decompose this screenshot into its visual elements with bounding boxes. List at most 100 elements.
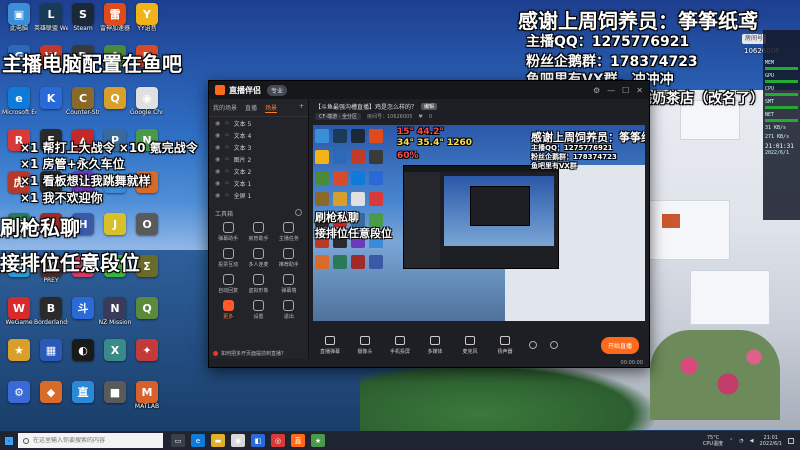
- source-item[interactable]: ◉ ▫ 文本 3: [209, 141, 308, 153]
- lock-icon[interactable]: ▫: [225, 180, 228, 186]
- desktop-icon[interactable]: W WeGame: [2, 297, 36, 326]
- desktop-icon[interactable]: J: [98, 213, 132, 235]
- close-icon[interactable]: ✕: [636, 86, 643, 95]
- toolbox-item[interactable]: 弹幕助手: [213, 222, 243, 242]
- desktop-icon[interactable]: X: [98, 339, 132, 361]
- eye-icon[interactable]: ◉: [215, 168, 220, 175]
- toolbox-item[interactable]: 房管助手: [243, 222, 273, 242]
- app-icon[interactable]: 直: [291, 434, 305, 447]
- lock-icon[interactable]: ▫: [225, 120, 228, 126]
- bottom-tool[interactable]: 直播弹幕: [319, 335, 341, 355]
- bottom-tool[interactable]: 麦克风: [459, 335, 481, 355]
- eye-icon[interactable]: ◉: [215, 144, 220, 151]
- toolbox-item[interactable]: 退出: [274, 300, 304, 320]
- scene-tab[interactable]: 我的场景: [213, 103, 237, 113]
- task-view-icon[interactable]: ▭: [171, 434, 185, 447]
- eye-icon[interactable]: ◉: [215, 120, 220, 127]
- streaming-app-window[interactable]: 直播伴侣 专业 ⚙ — ☐ ✕ 我的场景 直播 场景 + ◉ ▫ 文本 5 ◉ ▫ 文本 4 ◉ ▫…: [208, 80, 650, 368]
- toolbox-item[interactable]: 虚拟形象: [243, 274, 273, 294]
- add-scene-icon[interactable]: +: [299, 103, 304, 113]
- app-titlebar[interactable]: 直播伴侣 专业 ⚙ — ☐ ✕: [209, 81, 649, 99]
- maximize-icon[interactable]: ☐: [622, 86, 629, 95]
- lock-icon[interactable]: ▫: [225, 192, 228, 198]
- source-item[interactable]: ◉ ▫ 文本 1: [209, 177, 308, 189]
- app-icon[interactable]: ◎: [271, 434, 285, 447]
- notification-icon[interactable]: [788, 437, 794, 444]
- desktop-icon[interactable]: ◆: [34, 381, 68, 403]
- search-input[interactable]: [33, 437, 153, 444]
- taskbar-clock[interactable]: 21:01 2022/6/1: [760, 435, 782, 447]
- edge-icon[interactable]: e: [191, 434, 205, 447]
- scene-tab[interactable]: 场景: [265, 103, 278, 113]
- desktop-icon[interactable]: 斗: [66, 297, 100, 319]
- desktop-icon[interactable]: Q: [98, 87, 132, 109]
- app-badge[interactable]: 专业: [267, 84, 288, 96]
- bottom-tool[interactable]: 手机投屏: [389, 335, 411, 355]
- desktop-icon[interactable]: K: [34, 87, 68, 109]
- desktop-icon[interactable]: O: [130, 213, 164, 235]
- minimize-icon[interactable]: —: [607, 86, 615, 95]
- stream-preview[interactable]: 感谢上周饲养员：筝筝纸鸢主播QQ：1275776921粉丝企鹅群：1783747…: [313, 125, 645, 321]
- lock-icon[interactable]: ▫: [225, 132, 228, 138]
- explorer-icon[interactable]: ▬: [211, 434, 225, 447]
- lock-icon[interactable]: ▫: [225, 144, 228, 150]
- lock-icon[interactable]: ▫: [225, 168, 228, 174]
- room-title[interactable]: 【斗鱼最强沟槽直播】鸡是怎么样的？: [315, 102, 417, 111]
- desktop-icon[interactable]: L英雄联盟 WeGame版: [34, 3, 68, 32]
- toolbox-item[interactable]: 自动回复: [213, 274, 243, 294]
- source-item[interactable]: ◉ ▫ 文本 4: [209, 129, 308, 141]
- desktop-icon[interactable]: ▦: [34, 339, 68, 361]
- lock-icon[interactable]: ▫: [225, 156, 228, 162]
- toolbox-item[interactable]: 弹幕墙: [274, 274, 304, 294]
- start-button[interactable]: [0, 431, 18, 450]
- source-item[interactable]: ◉ ▫ 文本 2: [209, 165, 308, 177]
- eye-icon[interactable]: ◉: [215, 156, 220, 163]
- settings-icon[interactable]: ⚙: [593, 86, 600, 95]
- desktop-icon[interactable]: ◉Google Chrome: [130, 87, 164, 116]
- bottom-tool[interactable]: 扬声器: [494, 335, 516, 355]
- app-icon[interactable]: ★: [311, 434, 325, 447]
- desktop-icon[interactable]: 雷雷神加速器: [98, 3, 132, 32]
- chevron-up-icon[interactable]: ⌃: [729, 438, 733, 444]
- network-icon[interactable]: ◔: [739, 438, 743, 444]
- desktop-icon[interactable]: 直: [66, 381, 100, 403]
- desktop-icon[interactable]: eMicrosoft Edge: [2, 87, 36, 116]
- toolbox-item[interactable]: 主播任务: [274, 222, 304, 242]
- desktop-icon[interactable]: ★: [2, 339, 36, 361]
- eye-icon[interactable]: ◉: [215, 180, 220, 187]
- toolbox-more-icon[interactable]: [295, 209, 302, 216]
- desktop-icon[interactable]: N NZ Mission: [98, 297, 132, 326]
- eye-icon[interactable]: ◉: [215, 192, 220, 199]
- desktop-icon[interactable]: ▣ 此电脑: [2, 3, 36, 32]
- toolbox-item[interactable]: 多人连麦: [243, 248, 273, 268]
- source-item[interactable]: ◉ ▫ 文本 5: [209, 117, 308, 129]
- desktop-icon[interactable]: B Borderlands: [34, 297, 68, 326]
- notice-bar[interactable]: 如何把多开页面提前到直播？: [213, 350, 286, 357]
- bottom-tool[interactable]: 多媒体: [424, 335, 446, 355]
- volume-icon[interactable]: ◀: [750, 438, 754, 444]
- store-icon[interactable]: ◧: [251, 434, 265, 447]
- bottom-tool[interactable]: 摄像头: [354, 335, 376, 355]
- cpu-temperature[interactable]: 75°C CPU温度: [703, 435, 723, 447]
- desktop-icon[interactable]: ✦: [130, 339, 164, 361]
- chrome-icon[interactable]: ◉: [231, 434, 245, 447]
- toolbox-item[interactable]: 推荐助手: [274, 248, 304, 268]
- desktop-icon[interactable]: ◐: [66, 339, 100, 361]
- taskbar-search[interactable]: [18, 433, 163, 448]
- video-settings-icon[interactable]: [529, 341, 537, 349]
- desktop-icon[interactable]: Q: [130, 297, 164, 319]
- desktop-icon[interactable]: ■: [98, 381, 132, 403]
- toolbox-item[interactable]: 投票互动: [213, 248, 243, 268]
- start-live-button[interactable]: 开始直播: [600, 336, 639, 354]
- eye-icon[interactable]: ◉: [215, 132, 220, 139]
- desktop-icon[interactable]: CCounter-Strike: [66, 87, 100, 116]
- desktop-icon[interactable]: ⚙: [2, 381, 36, 403]
- scene-tab[interactable]: 直播: [245, 103, 257, 113]
- source-item[interactable]: ◉ ▫ 全屏 1: [209, 189, 308, 201]
- desktop-icon[interactable]: S Steam: [66, 3, 100, 32]
- room-category-select[interactable]: CF-端游 · 全分区: [315, 113, 361, 120]
- room-edit-tag[interactable]: 编辑: [421, 103, 438, 110]
- desktop-icon[interactable]: Y YY语音: [130, 3, 164, 32]
- gear-icon[interactable]: [550, 341, 558, 349]
- desktop-icon[interactable]: M MATLAB: [130, 381, 164, 410]
